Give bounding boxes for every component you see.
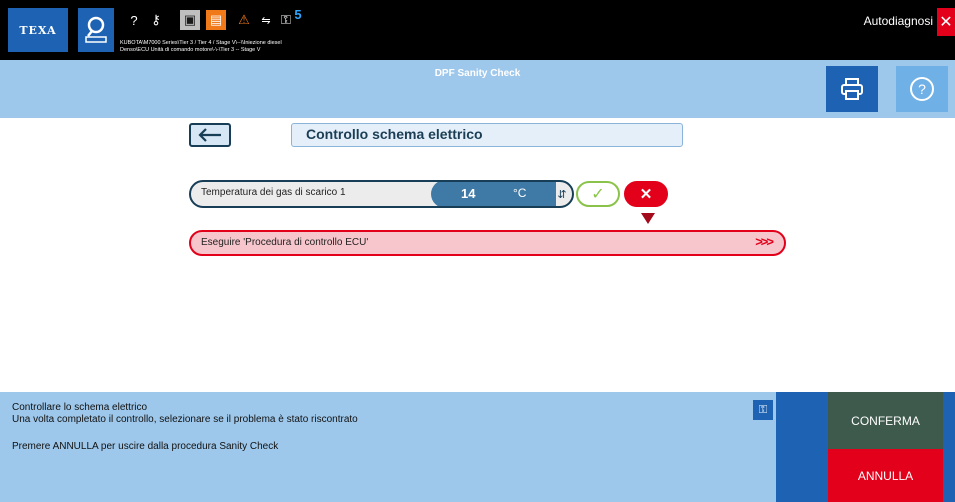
notification-count: 5 [294, 6, 302, 22]
step-title: Controllo schema elettrico [291, 123, 683, 147]
x-icon: ✕ [639, 186, 653, 203]
mode-label: Autodiagnosi [863, 14, 933, 28]
back-button[interactable] [189, 123, 231, 147]
texa-logo: TEXA [8, 8, 68, 52]
next-procedure-row[interactable]: Eseguire 'Procedura di controllo ECU' >>… [189, 230, 786, 256]
instruction-line-2: Una volta completato il controllo, selez… [12, 414, 358, 425]
instruction-line-1: Controllare lo schema elettrico [12, 402, 148, 413]
camera-icon[interactable]: ▣ [180, 10, 200, 30]
instructions-panel: Controllare lo schema elettrico Una volt… [0, 392, 955, 502]
printer-icon [841, 78, 863, 100]
measurement-unit: °C [513, 186, 527, 200]
procedure-header: DPF Sanity Check ? [0, 60, 955, 118]
checkmark-icon: ✓ [591, 186, 605, 203]
instruction-line-3: Premere ANNULLA per uscire dalla procedu… [12, 441, 279, 452]
sensor-detail-icon[interactable]: ⇵ [552, 182, 572, 206]
selection-arrow-icon [641, 213, 655, 224]
close-icon[interactable]: ✕ [937, 8, 955, 36]
problem-not-found-button[interactable]: ✓ [576, 181, 620, 207]
print-button[interactable] [826, 66, 878, 112]
side-panel [776, 392, 828, 502]
problem-found-button[interactable]: ✕ [624, 181, 668, 207]
measurement-label: Temperatura dei gas di scarico 1 [201, 187, 346, 198]
ecu-path: Denso\ECU Unità di comando motore\-\-\Ti… [120, 47, 261, 53]
confirm-button[interactable]: CONFERMA [828, 392, 943, 449]
help-icon[interactable]: ? [124, 10, 144, 30]
vehicle-path: KUBOTA\M7000 Series\Tier 3 / Tier 4 / St… [120, 40, 282, 46]
top-bar: TEXA ? ⚷ ▣ ▤ ⚠ ⇋ ⚿ 5 KUBOTA\M7000 Series… [0, 0, 955, 60]
measurement-row: Temperatura dei gas di scarico 1 14 °C ⇵ [189, 180, 574, 208]
arrow-left-icon [198, 128, 221, 142]
ecu-icon[interactable]: ▤ [206, 10, 226, 30]
question-icon: ? [910, 77, 934, 101]
procedure-label: Eseguire 'Procedura di controllo ECU' [201, 237, 369, 248]
panel-edge [943, 392, 955, 502]
usb-icon: ⇋ [261, 14, 271, 27]
help-button[interactable]: ? [896, 66, 948, 112]
cancel-button[interactable]: ANNULLA [828, 449, 943, 502]
go-forward-icon: >>> [755, 234, 774, 249]
page-title: DPF Sanity Check [434, 68, 521, 79]
lock-button[interactable]: ⚿ [753, 400, 773, 420]
measurement-value-box: 14 °C [431, 182, 556, 206]
vci-connection-button[interactable] [78, 8, 114, 52]
svg-text:?: ? [918, 81, 926, 97]
warning-icon[interactable]: ⚠ [234, 10, 254, 30]
vci-icon [85, 16, 107, 43]
key-icon[interactable]: ⚷ [146, 10, 166, 30]
measurement-value: 14 [461, 186, 476, 201]
